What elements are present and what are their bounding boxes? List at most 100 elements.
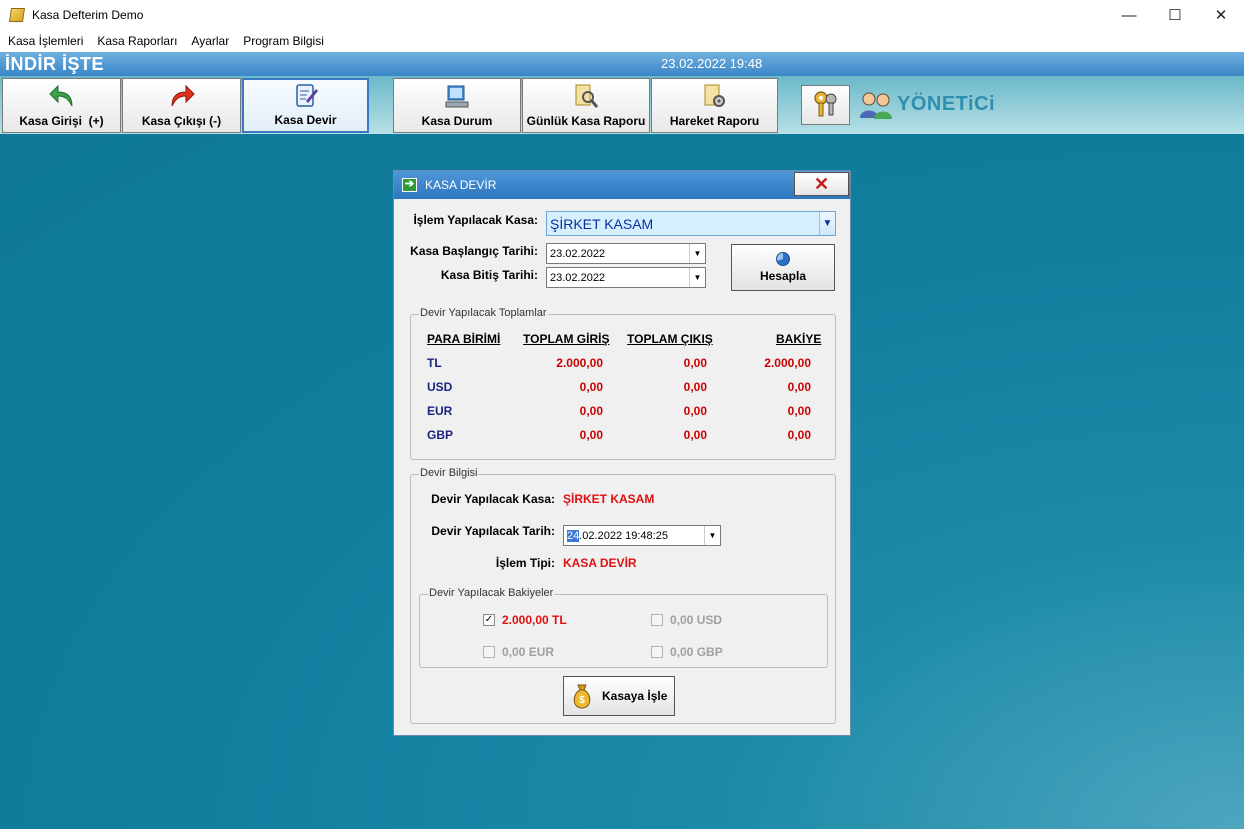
brand-label: İNDİR İŞTE bbox=[5, 54, 105, 74]
keys-icon bbox=[811, 89, 841, 122]
row-eur-bakiye: 0,00 bbox=[787, 404, 811, 418]
usd-checkbox[interactable] bbox=[651, 614, 663, 626]
money-bag-icon: $ bbox=[570, 682, 594, 710]
kasa-select-value: ŞİRKET KASAM bbox=[550, 215, 654, 232]
row-eur-cikis: 0,00 bbox=[683, 404, 707, 418]
clipboard-edit-icon bbox=[291, 80, 321, 110]
users-icon bbox=[858, 90, 894, 120]
row-gbp-currency: GBP bbox=[427, 428, 454, 442]
dropdown-arrow-icon: ▼ bbox=[689, 268, 705, 287]
kasa-devir-button[interactable]: Kasa Devir bbox=[242, 78, 369, 133]
arrow-right-box-icon: ➔ bbox=[402, 178, 417, 192]
row-usd-giris: 0,00 bbox=[579, 380, 603, 394]
baslangic-tarihi-picker[interactable]: 23.02.2022 ▼ bbox=[546, 243, 706, 264]
kasa-cikisi-label: Kasa Çıkışı (-) bbox=[141, 114, 222, 128]
header-toplam-cikis: TOPLAM ÇIKIŞ bbox=[627, 332, 713, 346]
user-label: YÖNETiCi bbox=[897, 93, 996, 115]
row-gbp-bakiye: 0,00 bbox=[787, 428, 811, 442]
dialog-title: KASA DEVİR bbox=[425, 178, 497, 192]
close-window-button[interactable]: ✕ bbox=[1198, 0, 1244, 30]
toolbar: Kasa Girişi (+) Kasa Çıkışı (-) Kasa Dev… bbox=[0, 76, 1244, 134]
arrow-right-icon bbox=[167, 81, 197, 111]
hesapla-button[interactable]: Hesapla bbox=[731, 244, 835, 291]
window-title: Kasa Defterim Demo bbox=[32, 8, 144, 22]
app-icon bbox=[9, 8, 25, 22]
row-tl-bakiye: 2.000,00 bbox=[764, 356, 811, 370]
kasa-select[interactable]: ŞİRKET KASAM ▼ bbox=[546, 211, 836, 236]
bakiyeler-group: Devir Yapılacak Bakiyeler ✓ 2.000,00 TL … bbox=[419, 587, 828, 668]
hesapla-label: Hesapla bbox=[759, 269, 807, 283]
bitis-tarihi-picker[interactable]: 23.02.2022 ▼ bbox=[546, 267, 706, 288]
row-tl-currency: TL bbox=[427, 356, 442, 370]
islem-tipi-label: İşlem Tipi: bbox=[495, 556, 555, 570]
toplamlar-legend: Devir Yapılacak Toplamlar bbox=[419, 307, 548, 319]
menu-bar: Kasa İşlemleri Kasa Raporları Ayarlar Pr… bbox=[0, 30, 1244, 52]
baslangic-tarihi-label: Kasa Başlangıç Tarihi: bbox=[410, 244, 538, 258]
datetime-label: 23.02.2022 19:48 bbox=[661, 56, 763, 71]
kasa-durum-label: Kasa Durum bbox=[421, 114, 493, 128]
chevron-down-icon: ▼ bbox=[819, 212, 835, 235]
devir-tarih-picker[interactable]: 24.02.2022 19:48:25 ▼ bbox=[563, 525, 721, 546]
islem-tipi-value: KASA DEVİR bbox=[563, 556, 637, 570]
bitis-tarihi-label: Kasa Bitiş Tarihi: bbox=[440, 268, 538, 282]
row-usd-currency: USD bbox=[427, 380, 453, 394]
dialog-close-button[interactable]: ✕ bbox=[794, 172, 849, 196]
folder-gear-icon bbox=[700, 81, 730, 111]
minimize-button[interactable]: — bbox=[1106, 0, 1152, 30]
kasa-durum-button[interactable]: Kasa Durum bbox=[393, 78, 521, 133]
kasa-devir-dialog: ➔ KASA DEVİR ✕ İşlem Yapılacak Kasa: ŞİR… bbox=[393, 170, 851, 736]
svg-text:$: $ bbox=[579, 695, 585, 706]
kasa-girisi-label: Kasa Girişi (+) bbox=[19, 114, 104, 128]
row-eur-currency: EUR bbox=[427, 404, 453, 418]
usd-checkbox-label: 0,00 USD bbox=[670, 613, 723, 627]
row-usd-bakiye: 0,00 bbox=[787, 380, 811, 394]
header-toplam-giris: TOPLAM GİRİŞ bbox=[523, 332, 610, 346]
kasa-cikisi-button[interactable]: Kasa Çıkışı (-) bbox=[122, 78, 241, 133]
toplamlar-group: Devir Yapılacak Toplamlar PARA BİRİMİ TO… bbox=[410, 307, 836, 460]
maximize-button[interactable]: ☐ bbox=[1152, 0, 1198, 30]
kasa-devir-label: Kasa Devir bbox=[274, 113, 337, 127]
eur-checkbox-label: 0,00 EUR bbox=[502, 645, 555, 659]
eur-checkbox[interactable] bbox=[483, 646, 495, 658]
gbp-checkbox-label: 0,00 GBP bbox=[670, 645, 723, 659]
gunluk-kasa-raporu-button[interactable]: Günlük Kasa Raporu bbox=[522, 78, 650, 133]
devir-bilgisi-legend: Devir Bilgisi bbox=[419, 467, 479, 479]
hareket-raporu-label: Hareket Raporu bbox=[669, 114, 760, 128]
kasaya-isle-button[interactable]: $ Kasaya İşle bbox=[563, 676, 675, 716]
menu-kasa-raporlari[interactable]: Kasa Raporları bbox=[90, 30, 184, 52]
kasa-girisi-button[interactable]: Kasa Girişi (+) bbox=[2, 78, 121, 133]
kasa-label: İşlem Yapılacak Kasa: bbox=[413, 213, 538, 227]
settings-keys-button[interactable] bbox=[801, 85, 850, 125]
title-bar: Kasa Defterim Demo — ☐ ✕ bbox=[0, 0, 1244, 30]
menu-kasa-islemleri[interactable]: Kasa İşlemleri bbox=[1, 30, 90, 52]
kasaya-isle-label: Kasaya İşle bbox=[602, 689, 668, 703]
devir-tarih-day-selected: 24 bbox=[567, 529, 580, 542]
tl-checkbox-label: 2.000,00 TL bbox=[502, 613, 567, 627]
header-bakiye: BAKİYE bbox=[776, 332, 822, 346]
computer-icon bbox=[442, 81, 472, 111]
bakiyeler-legend: Devir Yapılacak Bakiyeler bbox=[428, 587, 555, 599]
gunluk-kasa-raporu-label: Günlük Kasa Raporu bbox=[526, 114, 646, 128]
bitis-tarihi-value: 23.02.2022 bbox=[550, 271, 606, 284]
row-eur-giris: 0,00 bbox=[579, 404, 603, 418]
menu-ayarlar[interactable]: Ayarlar bbox=[184, 30, 236, 52]
hareket-raporu-button[interactable]: Hareket Raporu bbox=[651, 78, 778, 133]
header-para-birimi: PARA BİRİMİ bbox=[427, 332, 501, 346]
gbp-checkbox[interactable] bbox=[651, 646, 663, 658]
menu-program-bilgisi[interactable]: Program Bilgisi bbox=[236, 30, 331, 52]
row-usd-cikis: 0,00 bbox=[683, 380, 707, 394]
row-gbp-giris: 0,00 bbox=[579, 428, 603, 442]
devir-tarih-rest: .02.2022 19:48:25 bbox=[579, 529, 668, 542]
pie-chart-icon bbox=[776, 252, 790, 266]
dropdown-arrow-icon: ▼ bbox=[689, 244, 705, 263]
header-bar: İNDİR İŞTE 23.02.2022 19:48 bbox=[0, 52, 1244, 76]
arrow-left-icon bbox=[47, 81, 77, 111]
row-tl-cikis: 0,00 bbox=[683, 356, 707, 370]
dropdown-arrow-icon: ▼ bbox=[704, 526, 720, 545]
tl-checkbox[interactable]: ✓ bbox=[483, 614, 495, 626]
baslangic-tarihi-value: 23.02.2022 bbox=[550, 247, 606, 260]
dialog-title-bar: ➔ KASA DEVİR ✕ bbox=[394, 171, 850, 199]
devir-kasa-value: ŞİRKET KASAM bbox=[563, 492, 655, 506]
report-search-icon bbox=[571, 81, 601, 111]
row-gbp-cikis: 0,00 bbox=[683, 428, 707, 442]
